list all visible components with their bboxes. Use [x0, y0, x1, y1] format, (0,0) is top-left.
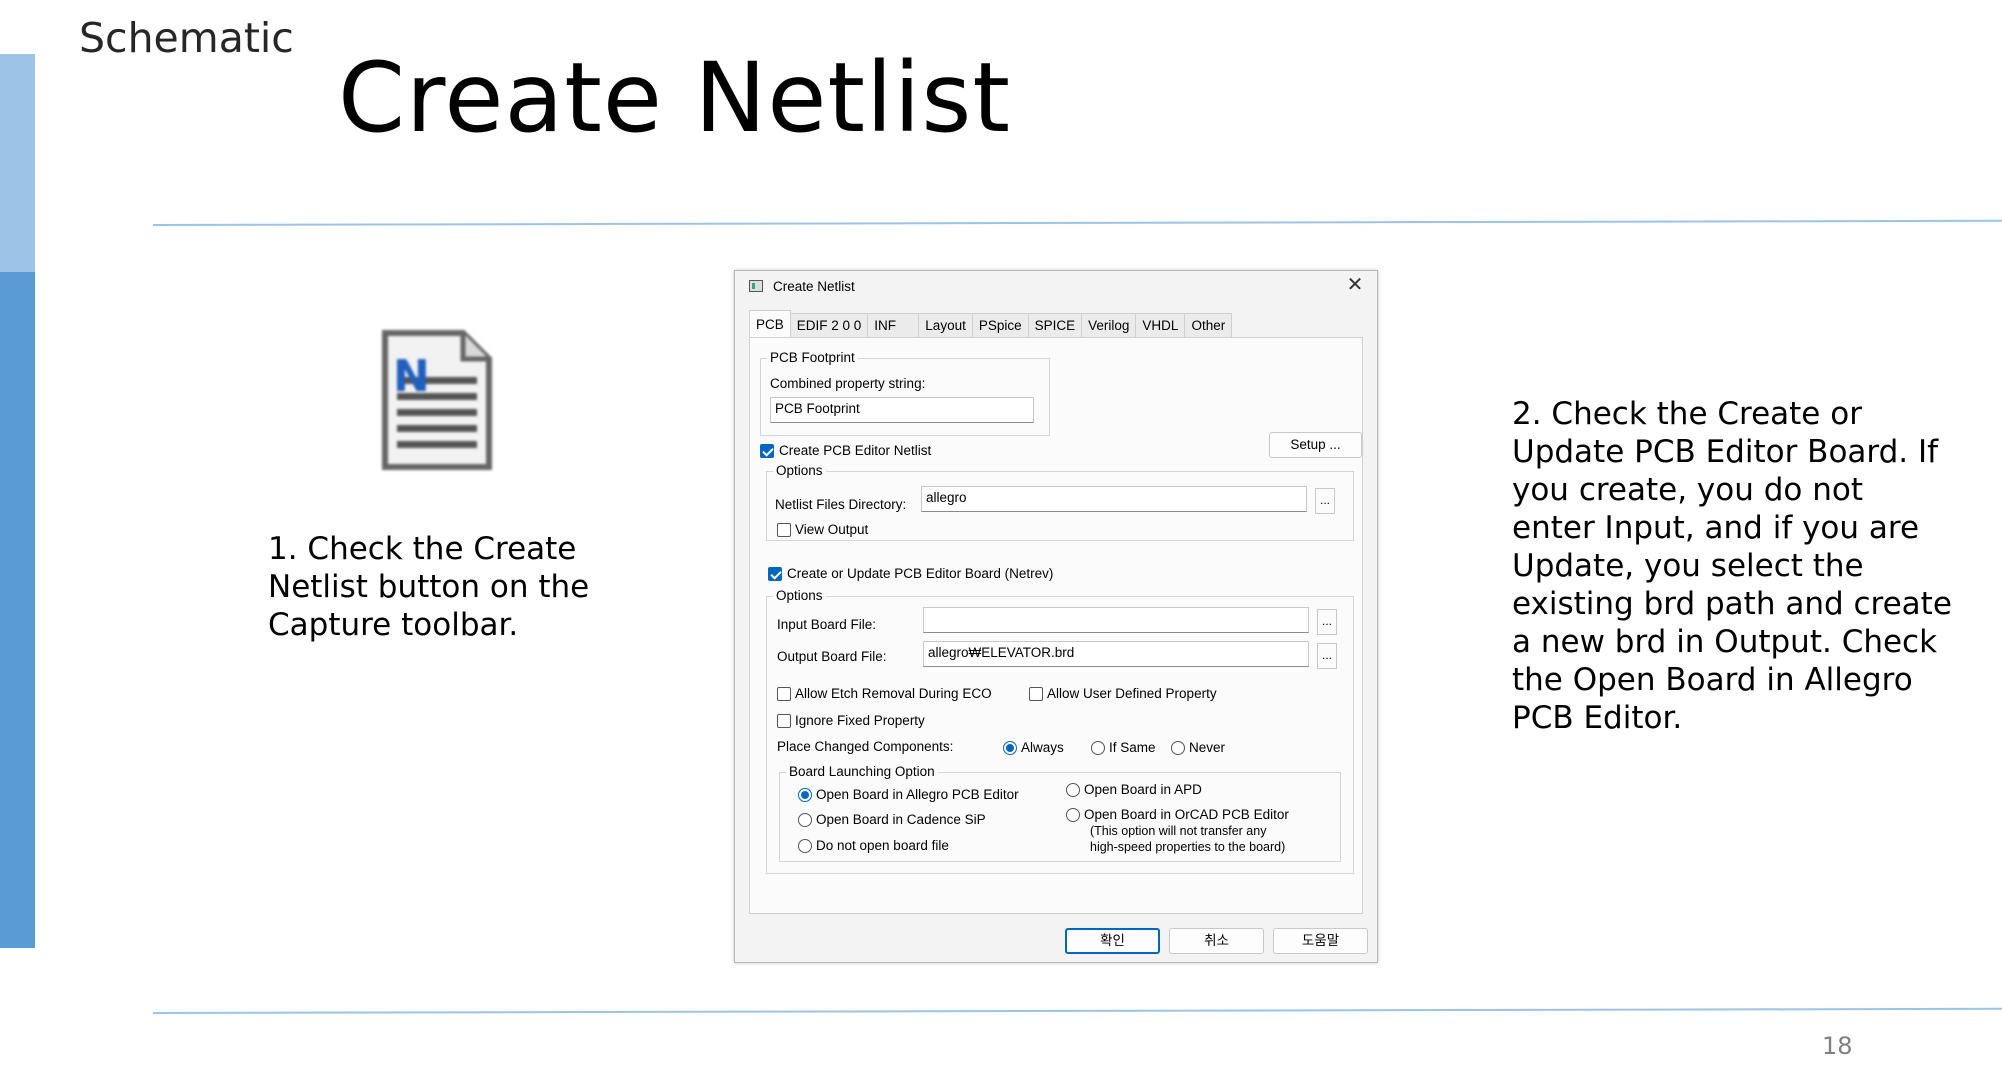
ignore-fixed-label: Ignore Fixed Property: [795, 713, 925, 728]
accent-bar-dark: [0, 272, 35, 948]
view-output-checkbox[interactable]: [777, 523, 791, 537]
output-board-browse-button[interactable]: ...: [1317, 643, 1337, 669]
do-not-open-label: Do not open board file: [816, 838, 949, 853]
open-allegro-radio[interactable]: [798, 788, 812, 802]
setup-button[interactable]: Setup ...: [1269, 432, 1362, 458]
netlist-options-legend: Options: [773, 463, 826, 478]
allow-user-property-label: Allow User Defined Property: [1047, 686, 1217, 701]
open-apd-label: Open Board in APD: [1084, 782, 1202, 797]
allow-etch-checkbox[interactable]: [777, 687, 791, 701]
cancel-button[interactable]: 취소: [1169, 928, 1264, 954]
netlist-dir-input[interactable]: allegro: [921, 486, 1307, 512]
board-options-legend: Options: [773, 588, 826, 603]
open-sip-label: Open Board in Cadence SiP: [816, 812, 986, 827]
combined-property-label: Combined property string:: [770, 376, 926, 391]
do-not-open-radio[interactable]: [798, 839, 812, 853]
allow-user-property-checkbox[interactable]: [1029, 687, 1043, 701]
tab-vhdl[interactable]: VHDL: [1135, 313, 1186, 337]
slide-title: Create Netlist: [338, 42, 1012, 154]
netlist-dir-label: Netlist Files Directory:: [775, 497, 907, 512]
create-pcb-netlist-checkbox[interactable]: [760, 444, 774, 458]
open-allegro-label: Open Board in Allegro PCB Editor: [816, 787, 1019, 802]
open-sip-radio[interactable]: [798, 813, 812, 827]
tab-spice[interactable]: SPICE: [1027, 313, 1083, 337]
output-board-label: Output Board File:: [777, 649, 887, 664]
pcb-tab-panel: PCB Footprint Combined property string: …: [749, 337, 1363, 914]
output-board-input[interactable]: allegro₩ELEVATOR.brd: [923, 641, 1309, 667]
place-changed-label: Place Changed Components:: [777, 739, 954, 754]
board-launching-legend: Board Launching Option: [786, 764, 938, 779]
input-board-input[interactable]: [923, 607, 1309, 633]
open-orcad-radio[interactable]: [1066, 808, 1080, 822]
tab-pcb[interactable]: PCB: [749, 310, 791, 337]
netlist-options-group: Options Netlist Files Directory: allegro…: [766, 463, 1354, 541]
place-always-radio[interactable]: [1003, 741, 1017, 755]
place-never-label: Never: [1189, 740, 1226, 755]
place-if-same-label: If Same: [1109, 740, 1156, 755]
tab-strip: PCB EDIF 2 0 0 INF Layout PSpice SPICE V…: [749, 310, 1233, 337]
divider-top: [152, 219, 2002, 226]
accent-bar-light: [0, 54, 35, 272]
ok-button[interactable]: 확인: [1065, 928, 1160, 954]
divider-bottom: [152, 1007, 2002, 1014]
tab-inf[interactable]: INF: [867, 313, 920, 337]
open-orcad-label: Open Board in OrCAD PCB Editor: [1084, 807, 1289, 822]
view-output-label: View Output: [795, 522, 869, 537]
dialog-title: Create Netlist: [773, 279, 855, 294]
board-options-group: Options Input Board File: ... Output Boa…: [766, 588, 1354, 874]
help-button[interactable]: 도움말: [1273, 928, 1368, 954]
ignore-fixed-checkbox[interactable]: [777, 714, 791, 728]
place-if-same-radio[interactable]: [1091, 741, 1105, 755]
step1-instruction: 1. Check the Create Netlist button on th…: [268, 531, 590, 643]
place-never-radio[interactable]: [1171, 741, 1185, 755]
create-board-label: Create or Update PCB Editor Board (Netre…: [787, 566, 1054, 581]
input-board-label: Input Board File:: [777, 617, 877, 632]
netlist-document-icon: N: [382, 330, 492, 470]
tab-edif[interactable]: EDIF 2 0 0: [789, 313, 869, 337]
svg-text:N: N: [393, 351, 430, 402]
board-launching-group: Board Launching Option Open Board in All…: [779, 764, 1341, 862]
tab-verilog[interactable]: Verilog: [1081, 313, 1137, 337]
tab-other[interactable]: Other: [1184, 313, 1233, 337]
pcb-footprint-group: PCB Footprint Combined property string: …: [760, 350, 1050, 436]
input-board-browse-button[interactable]: ...: [1317, 609, 1337, 635]
step2-instruction: 2. Check the Create or Update PCB Editor…: [1512, 396, 1952, 736]
open-apd-radio[interactable]: [1066, 783, 1080, 797]
allow-etch-label: Allow Etch Removal During ECO: [795, 686, 992, 701]
page-number: 18: [1822, 1032, 1853, 1060]
combined-property-input[interactable]: PCB Footprint: [770, 397, 1034, 423]
close-icon[interactable]: ✕: [1343, 273, 1367, 297]
tab-pspice[interactable]: PSpice: [971, 313, 1029, 337]
orcad-note-line2: high-speed properties to the board): [1090, 840, 1286, 854]
tab-layout[interactable]: Layout: [918, 313, 973, 337]
dialog-titlebar[interactable]: Create Netlist ✕: [735, 271, 1377, 301]
place-always-label: Always: [1021, 740, 1064, 755]
create-pcb-netlist-label: Create PCB Editor Netlist: [779, 443, 932, 458]
app-icon: [749, 280, 763, 292]
section-label: Schematic: [79, 14, 294, 62]
create-board-checkbox[interactable]: [768, 567, 782, 581]
pcb-footprint-legend: PCB Footprint: [767, 350, 858, 365]
orcad-note-line1: (This option will not transfer any: [1090, 824, 1267, 838]
netlist-dir-browse-button[interactable]: ...: [1315, 488, 1335, 514]
create-netlist-dialog: Create Netlist ✕ PCB EDIF 2 0 0 INF Layo…: [734, 270, 1378, 963]
